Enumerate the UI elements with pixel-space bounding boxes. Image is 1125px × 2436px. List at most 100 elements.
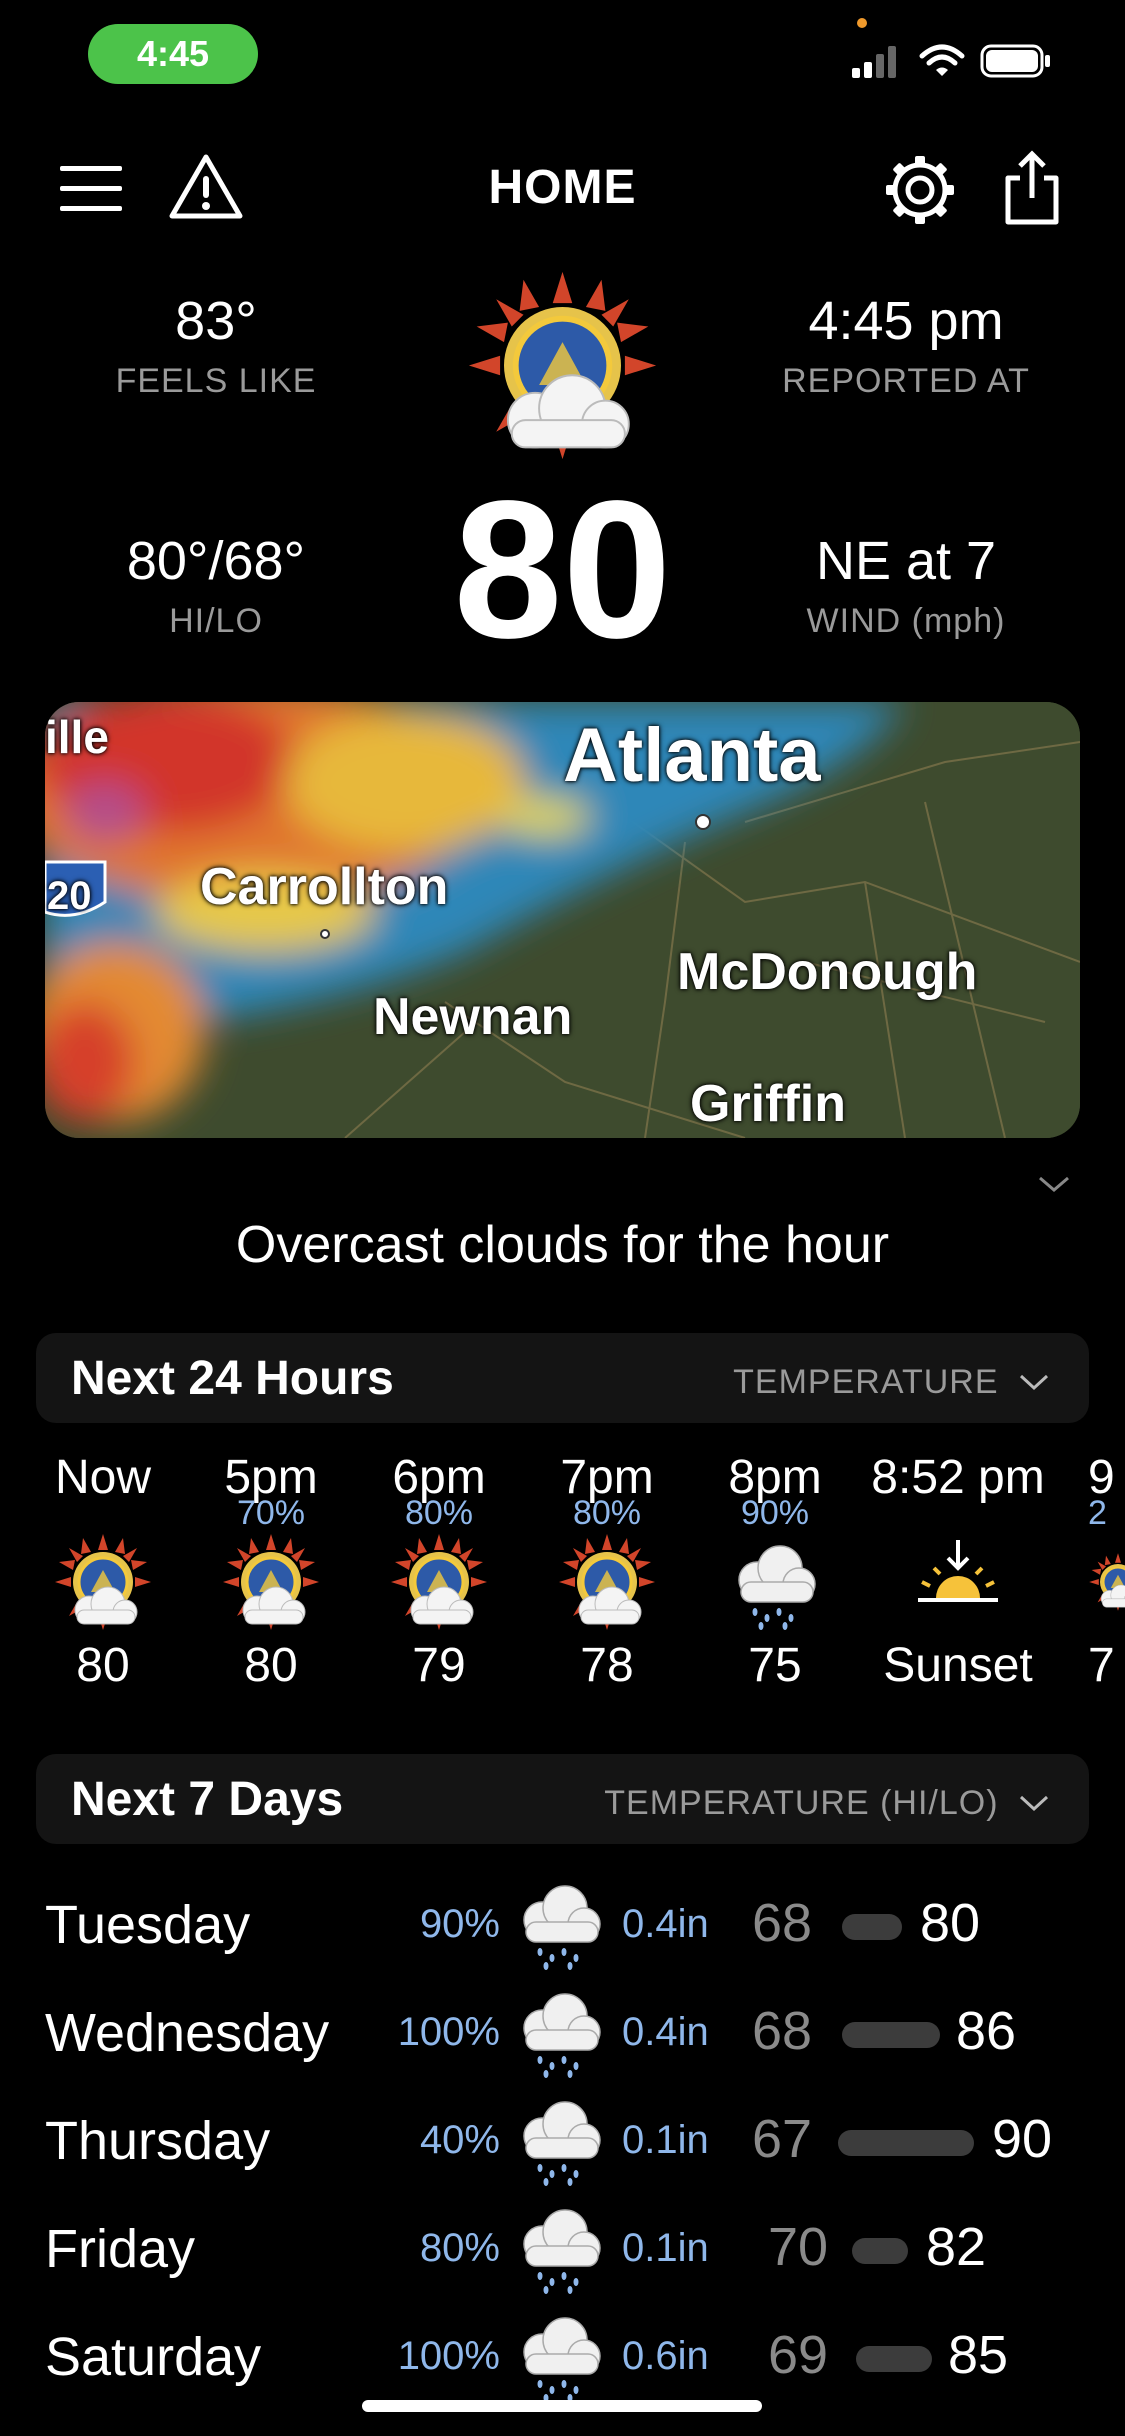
daily-metric-selector[interactable]: TEMPERATURE (HI/LO)	[604, 1784, 1051, 1823]
reported-at-value: 4:45 pm	[808, 291, 1004, 351]
reported-at-label: REPORTED AT	[782, 362, 1030, 400]
map-label-newnan: Newnan	[373, 988, 573, 1046]
hour-item: 6pm 80% 79	[354, 1450, 524, 1693]
feels-like-label: FEELS LIKE	[115, 362, 317, 400]
day-high: 82	[926, 2217, 987, 2277]
wifi-icon	[919, 44, 965, 76]
sun-cloud-icon	[389, 1532, 489, 1632]
hour-item: 8:52 pm Sunset	[858, 1450, 1058, 1693]
hi-lo-label: HI/LO	[169, 602, 263, 640]
hour-temp: 79	[412, 1639, 466, 1692]
day-high: 90	[992, 2109, 1053, 2169]
feels-like-value: 83°	[175, 291, 257, 351]
day-precip-chance: 80%	[419, 2226, 500, 2270]
rain-cloud-icon	[510, 2088, 610, 2188]
sun-cloud-icon	[53, 1532, 153, 1632]
day-row-tuesday[interactable]: Tuesday 90% 0.4in 68 80	[0, 1872, 1125, 1972]
day-low: 70	[768, 2217, 829, 2277]
hour-item: Now 80	[18, 1450, 188, 1693]
day-name: Friday	[45, 2219, 196, 2279]
day-precip-amount: 0.6in	[622, 2334, 709, 2378]
day-high: 80	[920, 1893, 981, 1953]
day-low: 67	[752, 2109, 813, 2169]
daily-title: Next 7 Days	[71, 1773, 344, 1826]
day-precip-chance: 40%	[419, 2118, 500, 2162]
day-row-thursday[interactable]: Thursday 40% 0.1in 67 90	[0, 2088, 1125, 2188]
hi-lo-value: 80°/68°	[126, 531, 306, 591]
map-label-carrollton: Carrollton	[200, 858, 449, 916]
hour-temp: Sunset	[883, 1639, 1033, 1692]
map-label-atlanta: Atlanta	[563, 713, 821, 798]
day-name: Tuesday	[45, 1895, 251, 1955]
day-precip-amount: 0.4in	[622, 2010, 709, 2054]
day-row-wednesday[interactable]: Wednesday 100% 0.4in 68 86	[0, 1980, 1125, 2080]
day-precip-chance: 100%	[397, 2334, 500, 2378]
day-precip-amount: 0.1in	[622, 2118, 709, 2162]
hourly-metric-selector[interactable]: TEMPERATURE	[733, 1363, 1051, 1402]
hour-precip: 80%	[572, 1494, 642, 1532]
current-temperature: 80	[453, 460, 672, 679]
day-high: 86	[956, 2001, 1017, 2061]
map-label-ville: ille	[45, 711, 109, 763]
share-icon[interactable]	[1002, 148, 1062, 228]
day-precip-chance: 100%	[397, 2010, 500, 2054]
day-name: Wednesday	[45, 2003, 330, 2063]
day-name: Saturday	[45, 2327, 262, 2387]
rain-cloud-icon	[725, 1532, 825, 1632]
wind-value: NE at 7	[815, 531, 997, 591]
hour-item: 8pm 90% 75	[690, 1450, 860, 1693]
map-label-interstate: 20	[47, 874, 92, 918]
hourly-title: Next 24 Hours	[71, 1352, 394, 1405]
day-high: 85	[948, 2325, 1009, 2385]
day-row-saturday[interactable]: Saturday 100% 0.6in 69 85	[0, 2304, 1125, 2404]
sun-cloud-icon	[1088, 1532, 1125, 1632]
gear-icon[interactable]	[882, 152, 958, 228]
temp-range-bar	[852, 2238, 908, 2264]
battery-icon	[980, 44, 1050, 78]
hourly-section-header[interactable]: Next 24 Hours TEMPERATURE	[36, 1333, 1089, 1423]
day-low: 68	[752, 1893, 813, 1953]
day-low: 68	[752, 2001, 813, 2061]
privacy-indicator	[857, 18, 867, 28]
map-label-griffin: Griffin	[690, 1075, 846, 1133]
hour-temp: 78	[580, 1639, 634, 1692]
temp-range-bar	[842, 1914, 902, 1940]
rain-cloud-icon	[510, 1980, 610, 2080]
sun-cloud-icon	[221, 1532, 321, 1632]
chevron-down-icon	[1019, 1374, 1049, 1391]
hour-item: 7pm 80% 78	[522, 1450, 692, 1693]
hour-precip: 90%	[740, 1494, 810, 1532]
daily-section-header[interactable]: Next 7 Days TEMPERATURE (HI/LO)	[36, 1754, 1089, 1844]
sunset-icon	[908, 1532, 1008, 1632]
radar-map[interactable]: ille Atlanta 20 Carrollton Newnan McDono…	[45, 702, 1080, 1138]
current-condition-icon	[465, 268, 660, 463]
temp-range-bar	[856, 2346, 932, 2372]
hour-time: 8:52 pm	[871, 1451, 1045, 1504]
chevron-down-icon	[1019, 1795, 1049, 1812]
day-row-friday[interactable]: Friday 80% 0.1in 70 82	[0, 2196, 1125, 2296]
hour-temp: 80	[76, 1639, 130, 1692]
daily-metric-label: TEMPERATURE (HI/LO)	[604, 1784, 999, 1822]
day-precip-amount: 0.4in	[622, 1902, 709, 1946]
hour-item: 5pm 70% 80	[186, 1450, 356, 1693]
home-indicator[interactable]	[362, 2400, 762, 2412]
day-precip-chance: 90%	[419, 1902, 500, 1946]
rain-cloud-icon	[510, 1872, 610, 1972]
hour-precip: 70%	[236, 1494, 306, 1532]
hour-temp: 75	[748, 1639, 802, 1692]
hour-item: 9 2 7	[1088, 1450, 1125, 1693]
rain-cloud-icon	[510, 2196, 610, 2296]
status-time: 4:45	[88, 24, 258, 84]
hourly-summary: Overcast clouds for the hour	[235, 1216, 890, 1274]
map-label-mcdonough: McDonough	[677, 943, 978, 1001]
rain-cloud-icon	[510, 2304, 610, 2404]
chevron-down-icon[interactable]	[1036, 1172, 1072, 1196]
hour-precip: 80%	[404, 1494, 474, 1532]
wind-label: WIND (mph)	[806, 602, 1006, 640]
hour-precip: 2	[1088, 1494, 1107, 1532]
signal-icon	[852, 46, 896, 78]
hourly-metric-label: TEMPERATURE	[733, 1363, 999, 1401]
day-precip-amount: 0.1in	[622, 2226, 709, 2270]
sun-cloud-icon	[557, 1532, 657, 1632]
day-low: 69	[768, 2325, 829, 2385]
